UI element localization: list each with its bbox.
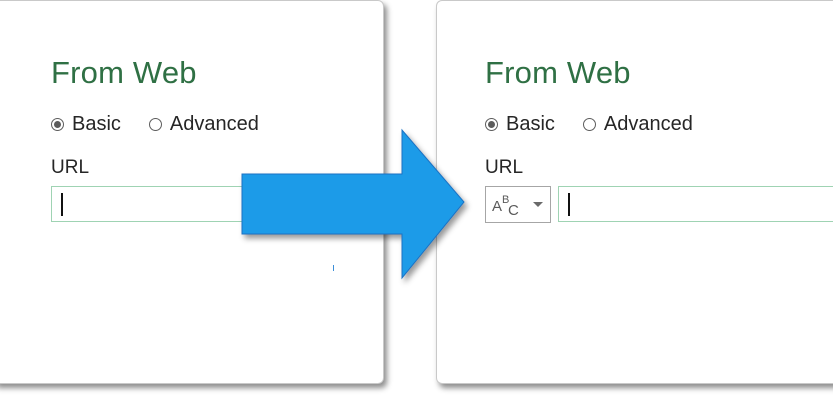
abc-text-type-icon: A B C [492,193,519,219]
radio-basic[interactable] [51,118,64,131]
url-label: URL [51,157,90,178]
radio-basic-label[interactable]: Basic [72,113,121,136]
chevron-down-icon [533,202,543,207]
right-arrow-icon [241,128,465,280]
radio-advanced-label[interactable]: Advanced [604,113,693,136]
url-label: URL [485,157,524,178]
url-input[interactable] [558,186,833,222]
data-type-dropdown[interactable]: A B C [485,186,551,223]
radio-advanced[interactable] [148,118,162,131]
radio-basic[interactable] [485,118,498,131]
text-caret [568,193,570,216]
radio-advanced[interactable] [582,118,596,131]
dialog-title: From Web [485,55,631,90]
text-caret [61,193,63,216]
mode-radio-group: Basic Advanced [485,113,721,136]
radio-basic-label[interactable]: Basic [506,113,555,136]
dialog-title: From Web [51,55,197,90]
from-web-dialog-after: From Web Basic Advanced URL A B C [436,0,833,384]
